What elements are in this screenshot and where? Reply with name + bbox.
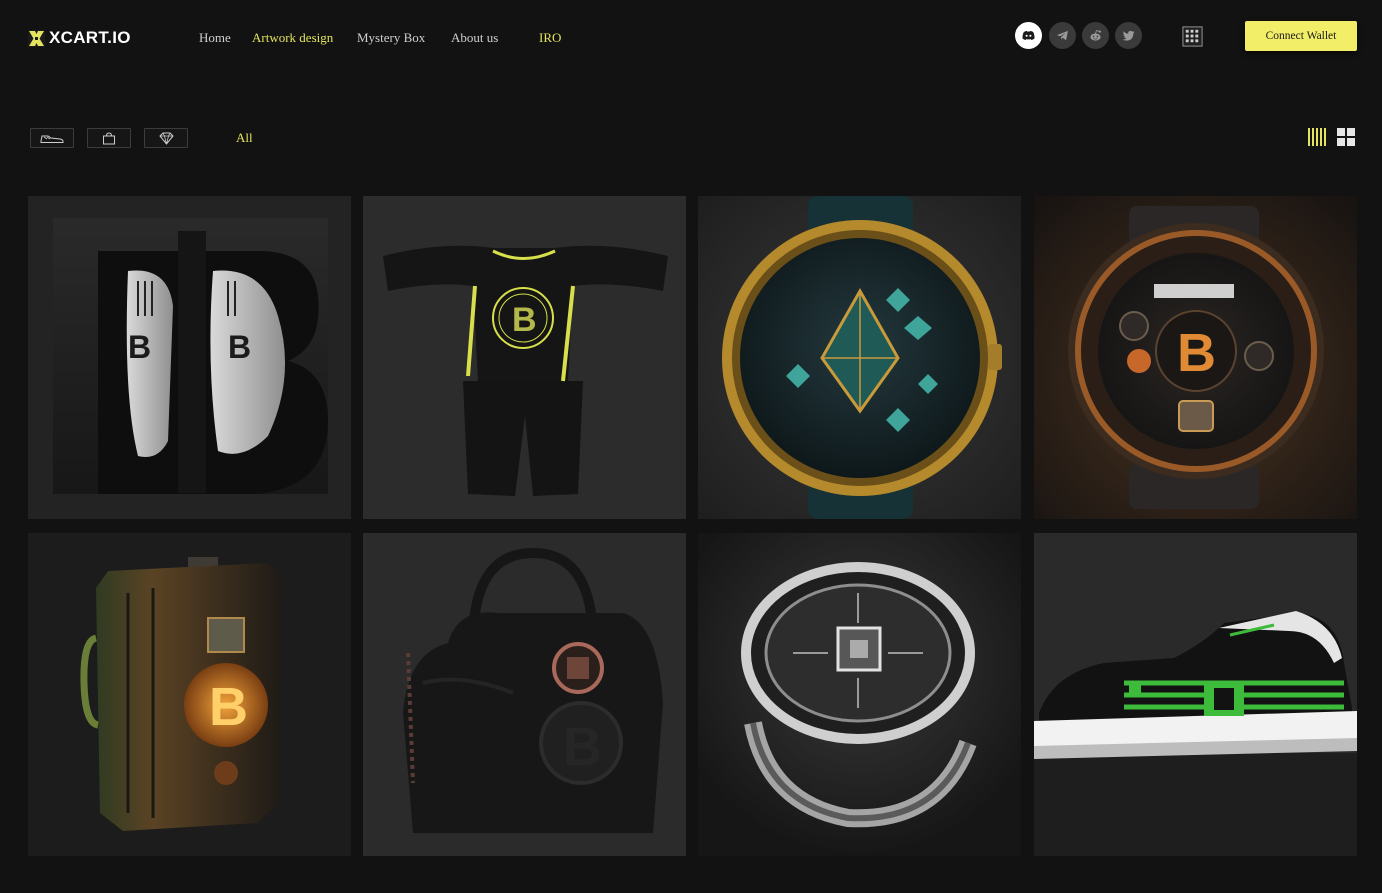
filter-all[interactable]: All [236, 130, 253, 146]
page: XCART.IO Home Artwork design Mystery Box… [0, 0, 1382, 893]
bag-icon [103, 131, 115, 144]
discord-link[interactable] [1015, 22, 1042, 49]
bitcoin-watch-image: B [1034, 196, 1357, 519]
green-sneaker-image [1034, 533, 1357, 856]
diamond-icon [158, 132, 174, 145]
ethereum-watch-image [698, 196, 1021, 519]
svg-text:B: B [228, 329, 251, 365]
artwork-card-bitcoin-sneakers[interactable]: B B [28, 196, 351, 519]
svg-text:B: B [512, 301, 537, 339]
reddit-icon [1090, 30, 1101, 41]
twitter-link[interactable] [1115, 22, 1142, 49]
telegram-link[interactable] [1049, 22, 1076, 49]
telegram-icon [1056, 30, 1068, 41]
column-view-toggle[interactable] [1307, 127, 1327, 147]
filter-sneakers[interactable] [30, 128, 74, 148]
nav-home[interactable]: Home [199, 30, 231, 46]
language-icon [1182, 26, 1203, 47]
connect-wallet-button[interactable]: Connect Wallet [1245, 21, 1357, 51]
grid-view-toggle[interactable] [1336, 127, 1356, 147]
artwork-card-green-sneaker[interactable] [1034, 533, 1357, 856]
reddit-link[interactable] [1082, 22, 1109, 49]
nav-mystery-box[interactable]: Mystery Box [357, 30, 425, 46]
grid-view-icon [1337, 128, 1355, 146]
language-selector[interactable] [1180, 24, 1205, 49]
artwork-card-bitcoin-suitcase[interactable]: B [28, 533, 351, 856]
artwork-card-bitcoin-outfit[interactable]: B [363, 196, 686, 519]
logo-mark-icon [28, 29, 45, 47]
nav-iro[interactable]: IRO [539, 30, 561, 46]
artwork-card-ethereum-watch[interactable] [698, 196, 1021, 519]
filter-bags[interactable] [87, 128, 131, 148]
svg-text:B: B [563, 717, 602, 777]
bitcoin-suitcase-image: B [28, 533, 351, 856]
nav-about-us[interactable]: About us [451, 30, 498, 46]
bitcoin-handbag-image: B [363, 533, 686, 856]
bitcoin-sneakers-image: B B [28, 196, 351, 519]
filter-jewelry[interactable] [144, 128, 188, 148]
crypto-ring-image [698, 533, 1021, 856]
artwork-card-bitcoin-watch[interactable]: B [1034, 196, 1357, 519]
artwork-card-bitcoin-handbag[interactable]: B [363, 533, 686, 856]
bitcoin-outfit-image: B [363, 196, 686, 519]
nav-artwork-design[interactable]: Artwork design [252, 30, 333, 46]
svg-text:B: B [128, 329, 151, 365]
logo[interactable]: XCART.IO [28, 26, 131, 50]
twitter-icon [1122, 30, 1135, 41]
svg-text:B: B [209, 677, 248, 737]
discord-icon [1022, 30, 1035, 40]
sneaker-icon [40, 135, 64, 143]
column-view-icon [1308, 128, 1326, 146]
artwork-card-crypto-ring[interactable] [698, 533, 1021, 856]
svg-text:B: B [1177, 323, 1216, 383]
logo-text: XCART.IO [49, 28, 131, 47]
